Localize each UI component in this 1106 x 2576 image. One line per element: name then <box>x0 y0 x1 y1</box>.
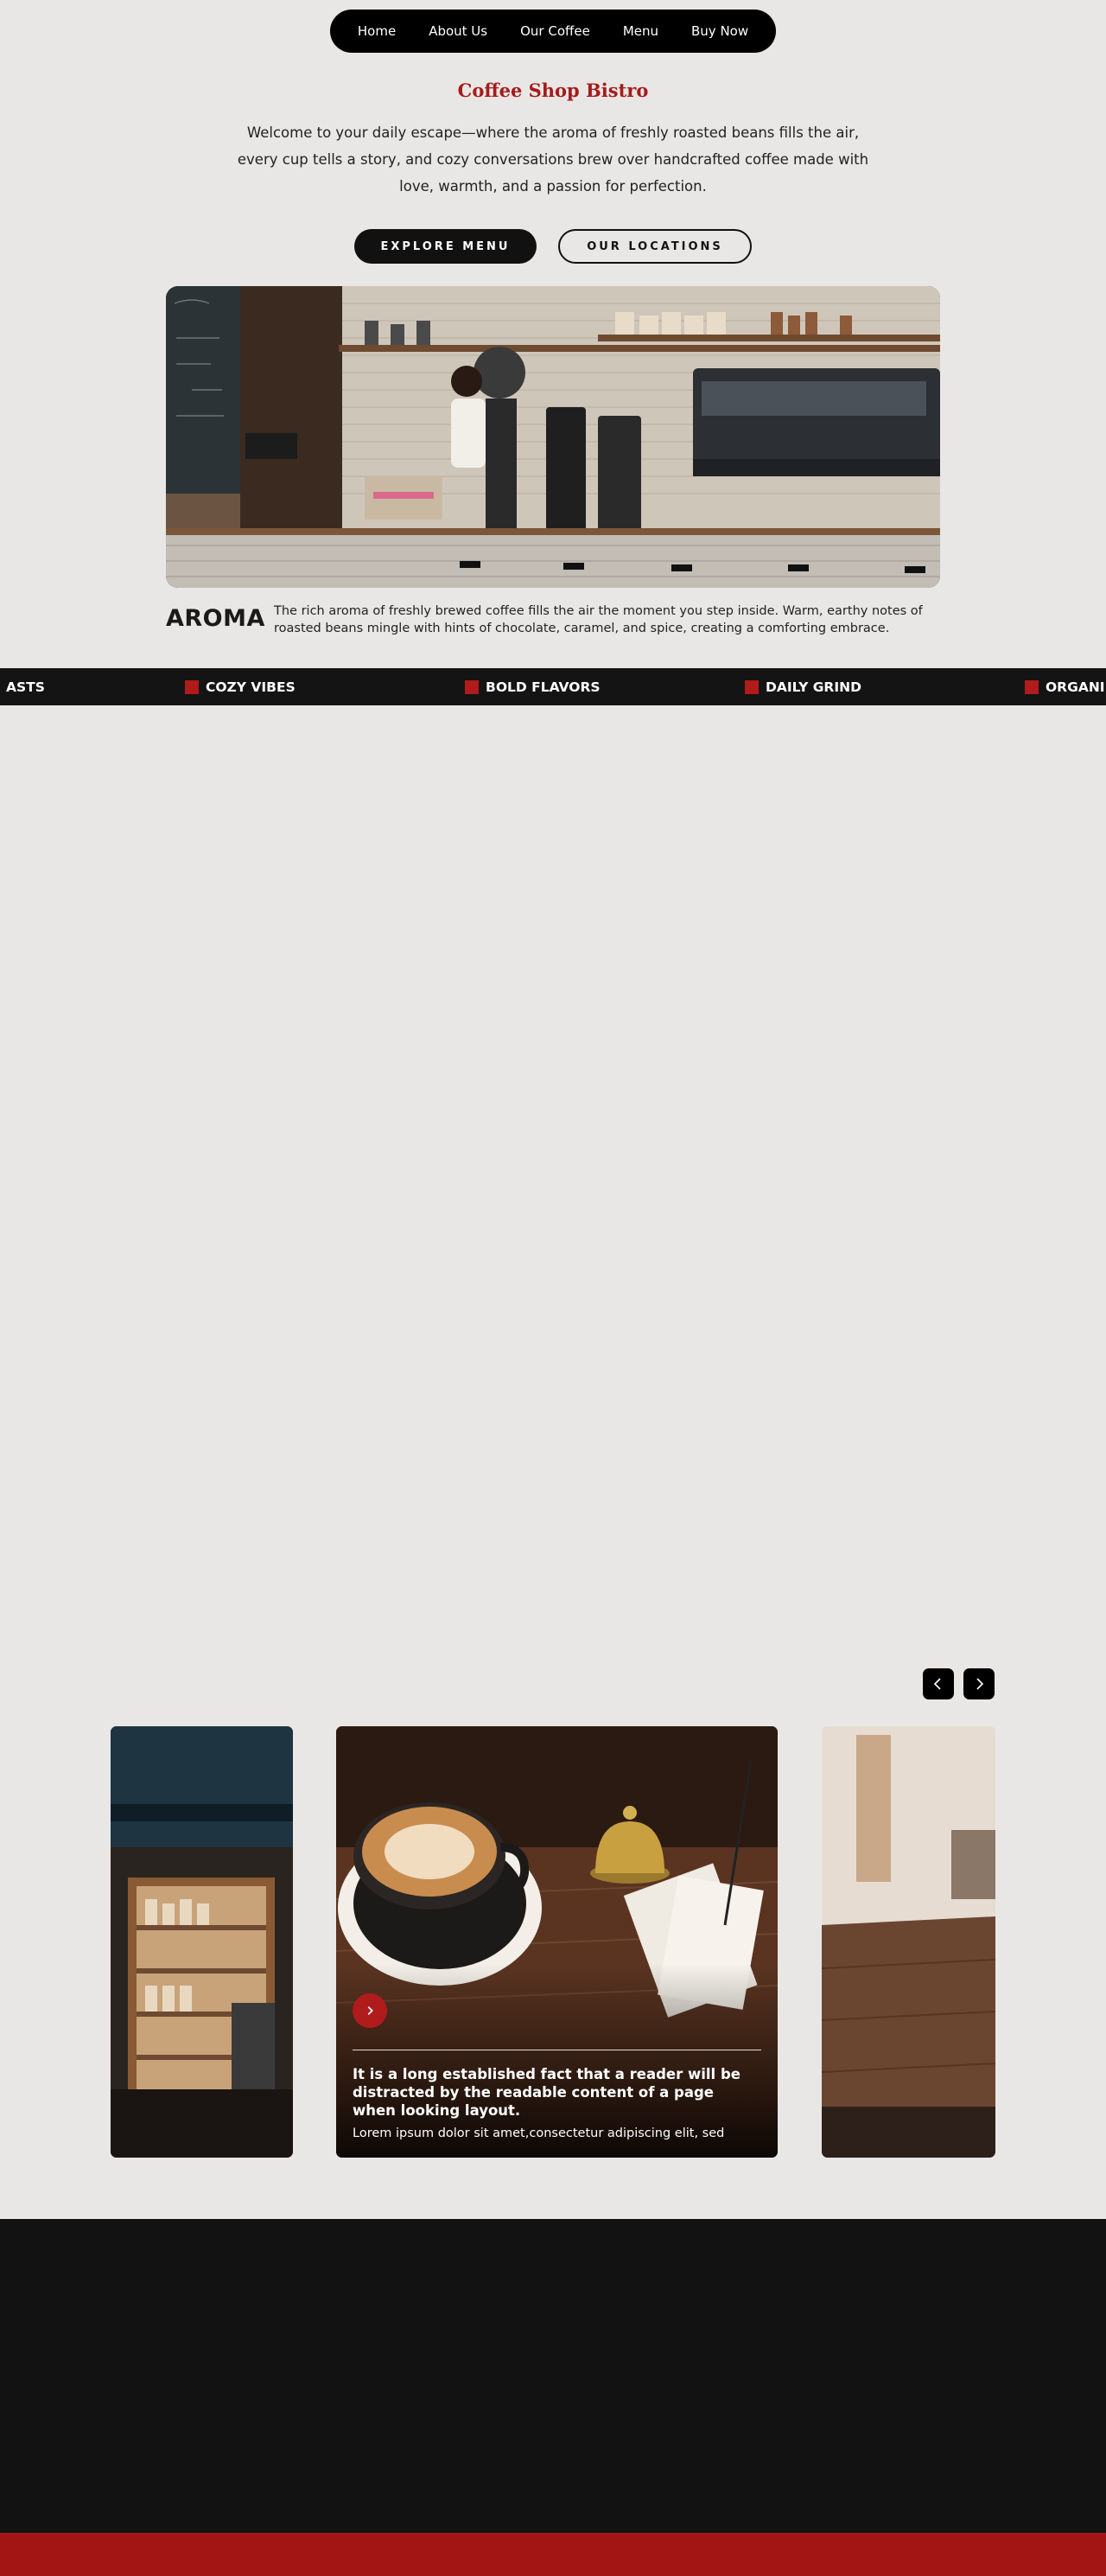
chevron-right-icon <box>976 1678 984 1690</box>
hero-image <box>166 286 940 588</box>
footer-bar <box>0 2533 1106 2576</box>
marquee-item: COZY VIBES <box>185 668 296 705</box>
square-bullet-icon <box>745 679 759 694</box>
card-title: It is a long established fact that a rea… <box>353 2066 741 2119</box>
marquee-item: ASTS <box>6 679 45 695</box>
chevron-right-icon <box>367 2006 373 2015</box>
aroma-text: The rich aroma of freshly brewed coffee … <box>274 604 923 635</box>
marquee-banner: ASTS COZY VIBES BOLD FLAVORS DAILY GRIND… <box>0 668 1106 705</box>
marquee-item: DAILY GRIND <box>745 668 861 705</box>
card-subtitle: Lorem ipsum dolor sit amet,consectetur a… <box>353 2126 725 2140</box>
card-play-button[interactable] <box>353 1993 387 2028</box>
nav-our-coffee[interactable]: Our Coffee <box>504 23 607 39</box>
slider-next-button[interactable] <box>963 1668 995 1699</box>
main-nav: Home About Us Our Coffee Menu Buy Now <box>330 10 776 53</box>
square-bullet-icon <box>1025 679 1039 694</box>
slider-card-active[interactable]: It is a long established fact that a rea… <box>336 1726 778 2158</box>
nav-menu[interactable]: Menu <box>607 23 675 39</box>
our-locations-button[interactable]: OUR LOCATIONS <box>558 229 752 264</box>
slider-card-next[interactable] <box>822 1726 995 2158</box>
nav-buy-now[interactable]: Buy Now <box>675 23 765 39</box>
intro-text: Welcome to your daily escape—where the a… <box>237 124 869 194</box>
page-title: Coffee Shop Bistro <box>457 80 649 101</box>
slider-card-prev[interactable] <box>111 1726 293 2158</box>
explore-menu-button[interactable]: EXPLORE MENU <box>354 229 537 264</box>
marquee-item: BOLD FLAVORS <box>465 668 601 705</box>
slider-prev-button[interactable] <box>923 1668 954 1699</box>
footer <box>0 2219 1106 2533</box>
marquee-item: ORGANI <box>1025 668 1105 705</box>
nav-about-us[interactable]: About Us <box>412 23 504 39</box>
chevron-left-icon <box>933 1678 941 1690</box>
square-bullet-icon <box>185 679 199 694</box>
nav-home[interactable]: Home <box>341 23 412 39</box>
aroma-heading: AROMA <box>166 605 265 632</box>
square-bullet-icon <box>465 679 479 694</box>
